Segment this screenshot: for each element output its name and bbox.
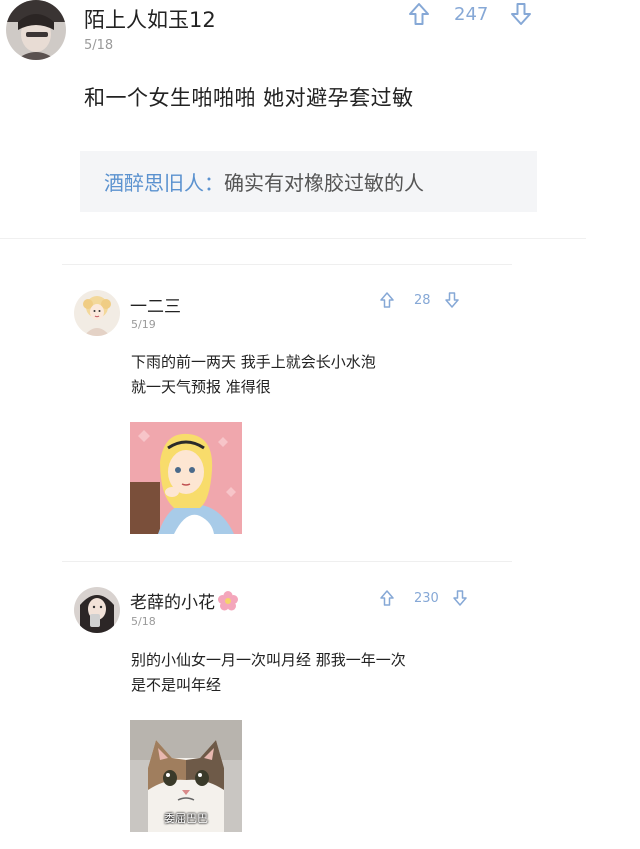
image-caption: 委屈巴巴 <box>164 812 208 825</box>
downvote-arrow-icon[interactable] <box>510 2 532 26</box>
upvote-count: 230 <box>414 590 439 606</box>
vote-group: 247 <box>408 0 532 28</box>
user-avatar[interactable] <box>74 587 120 633</box>
comment-line: 别的小仙女一月一次叫月经 那我一年一次 <box>131 651 406 669</box>
reply-preview[interactable]: 酒醉思旧人 ： 确实有对橡胶过敏的人 <box>80 151 537 212</box>
comment-text: 下雨的前一两天 我手上就会长小水泡 就一天气预报 准得很 <box>131 350 376 400</box>
divider <box>62 264 512 265</box>
reply-separator: ： <box>204 171 224 195</box>
comment-username[interactable]: 陌上人如玉12 <box>84 4 216 34</box>
upvote-arrow-icon[interactable] <box>408 2 430 26</box>
comment-date: 5/18 <box>131 615 156 628</box>
flower-icon <box>217 590 239 612</box>
comment-line: 就一天气预报 准得很 <box>131 378 271 396</box>
downvote-arrow-icon[interactable] <box>444 292 459 308</box>
reply-text: 确实有对橡胶过敏的人 <box>224 171 424 195</box>
comment-text: 和一个女生啪啪啪 她对避孕套过敏 <box>84 86 414 110</box>
upvote-arrow-icon[interactable] <box>380 292 394 308</box>
alice-cartoon-image[interactable] <box>130 422 242 534</box>
divider <box>0 238 586 239</box>
user-avatar[interactable] <box>6 0 66 60</box>
downvote-arrow-icon[interactable] <box>453 590 467 606</box>
upvote-arrow-icon[interactable] <box>380 590 394 606</box>
username-text: 老薛的小花 <box>130 593 215 613</box>
vote-group: 230 <box>380 588 467 608</box>
comment-line: 是不是叫年经 <box>131 676 222 694</box>
vote-group: 28 <box>380 290 459 310</box>
comment-thread: 陌上人如玉12 5/18 247 和一个女生啪啪啪 她对避孕套过敏 酒醉思旧人 … <box>0 0 640 849</box>
comment-username[interactable]: 老薛的小花 <box>130 588 239 613</box>
user-avatar[interactable] <box>74 290 120 336</box>
comment-text: 别的小仙女一月一次叫月经 那我一年一次 是不是叫年经 <box>131 648 406 698</box>
comment-date: 5/18 <box>84 38 114 53</box>
reply-author[interactable]: 酒醉思旧人 <box>104 167 204 196</box>
upvote-count: 28 <box>414 292 431 308</box>
comment-date: 5/19 <box>131 318 156 331</box>
upvote-count: 247 <box>454 3 489 25</box>
sad-cat-image[interactable]: 委屈巴巴 <box>130 720 242 832</box>
comment-line: 下雨的前一两天 我手上就会长小水泡 <box>131 353 376 371</box>
comment-username[interactable]: 一二三 <box>130 292 181 317</box>
divider <box>62 561 512 562</box>
